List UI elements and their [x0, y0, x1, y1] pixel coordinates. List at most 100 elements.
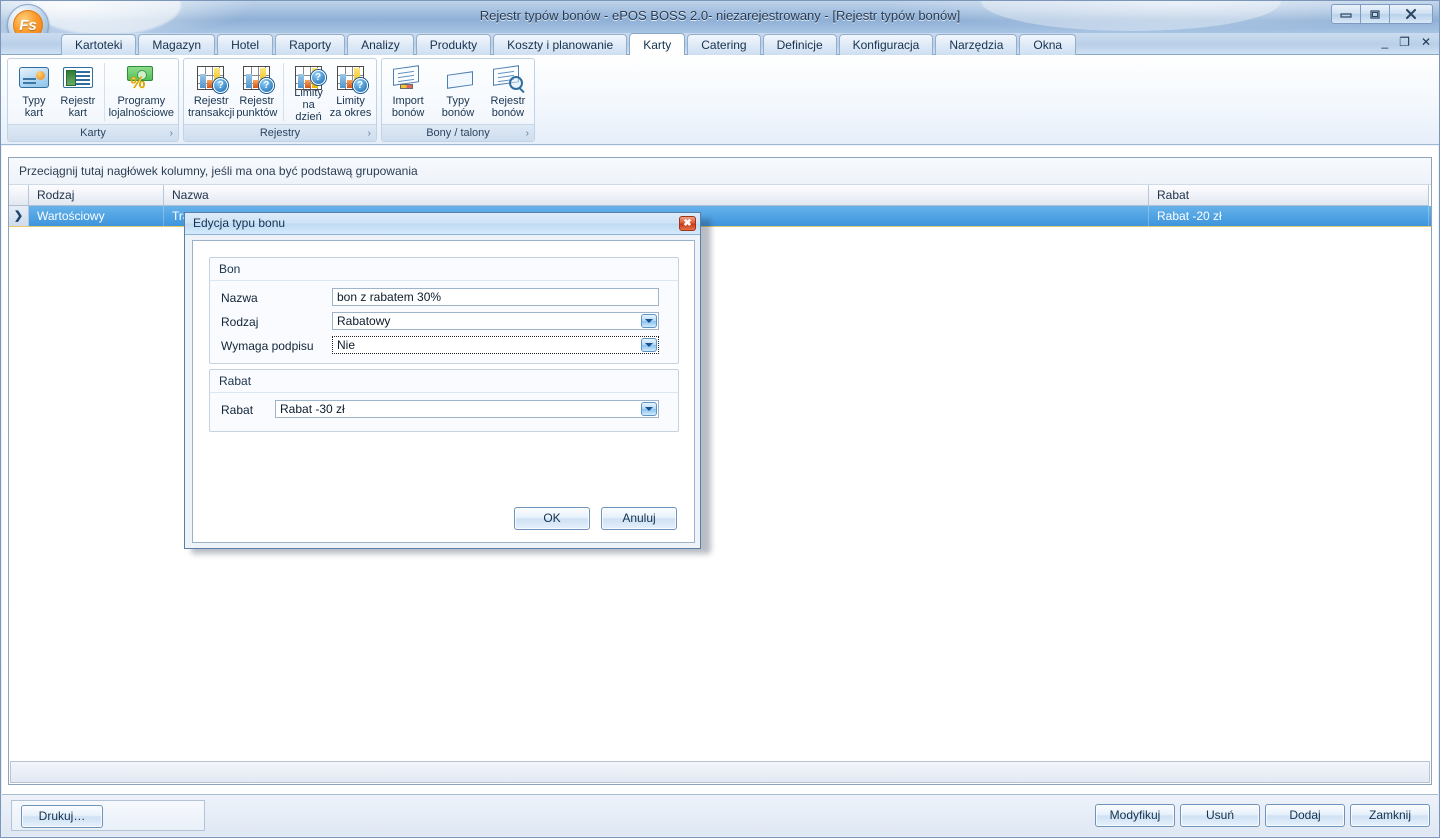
- tab-narzedzia[interactable]: Narzędzia: [935, 34, 1018, 55]
- tab-produkty[interactable]: Produkty: [415, 34, 492, 55]
- ribbon-button-rejestr-transakcji[interactable]: ? Rejestr transakcji: [188, 61, 234, 123]
- groupbox-separator: [210, 280, 678, 281]
- label-rabat: Rabat: [221, 403, 254, 417]
- wymaga-podpisu-combobox[interactable]: Nie: [332, 336, 659, 354]
- rabat-combobox[interactable]: Rabat -30 zł: [275, 400, 659, 418]
- ribbon-toolbar: Typy kart Rejestr kart % Programy lojaln…: [1, 55, 1439, 145]
- ribbon-button-programy-lojalnosciowe[interactable]: % Programy lojalnościowe: [109, 61, 174, 123]
- bottom-action-bar: Drukuj… Modyfikuj Usuń Dodaj Zamknij: [2, 794, 1438, 836]
- tab-karty[interactable]: Karty: [629, 33, 686, 55]
- tab-magazyn[interactable]: Magazyn: [138, 34, 216, 55]
- chevron-down-icon[interactable]: [641, 314, 657, 328]
- ribbon-button-typy-bonow[interactable]: Typy bonów: [430, 61, 486, 123]
- chart-question-icon: ?: [292, 63, 326, 90]
- groupbox-bon: Bon Nazwa bon z rabatem 30% Rodzaj Rabat…: [209, 257, 679, 364]
- mdi-window-controls: _ ❐ ✕: [1381, 36, 1431, 48]
- cell-rodzaj: Wartościowy: [29, 206, 164, 226]
- ribbon-divider: [283, 63, 285, 121]
- ribbon-button-label: Import bonów: [391, 95, 425, 119]
- dialog-body: Bon Nazwa bon z rabatem 30% Rodzaj Rabat…: [192, 240, 695, 543]
- label-wymaga-podpisu: Wymaga podpisu: [221, 339, 314, 353]
- mdi-close-button[interactable]: ✕: [1421, 36, 1431, 48]
- ribbon-button-label: Typy bonów: [441, 95, 475, 119]
- delete-button[interactable]: Usuń: [1180, 804, 1260, 827]
- cancel-button[interactable]: Anuluj: [601, 507, 677, 530]
- tab-raporty[interactable]: Raporty: [275, 34, 346, 55]
- tab-koszty-i-planowanie[interactable]: Koszty i planowanie: [493, 34, 628, 55]
- ribbon-group-caption-bony-talony: Bony / talony ›: [382, 124, 534, 141]
- nazwa-input[interactable]: bon z rabatem 30%: [332, 288, 659, 306]
- ribbon-button-rejestr-kart[interactable]: Rejestr kart: [56, 61, 100, 123]
- dialog-close-icon[interactable]: ✖: [679, 216, 696, 231]
- chart-question-icon: ?: [240, 63, 274, 93]
- group-by-drop-area[interactable]: Przeciągnij tutaj nagłówek kolumny, jeśl…: [9, 158, 1431, 185]
- ribbon-group-expander-icon[interactable]: ›: [368, 125, 371, 142]
- ribbon-button-limity-za-okres[interactable]: ? Limity za okres: [329, 61, 372, 123]
- print-panel: Drukuj…: [11, 800, 205, 831]
- grid-header-rodzaj[interactable]: Rodzaj: [29, 185, 164, 206]
- mdi-minimize-button[interactable]: _: [1381, 36, 1388, 48]
- grid-header-nazwa[interactable]: Nazwa: [164, 185, 1149, 206]
- cell-rabat: Rabat -20 zł: [1149, 206, 1429, 226]
- modify-button[interactable]: Modyfikuj: [1095, 804, 1175, 827]
- ribbon-button-typy-kart[interactable]: Typy kart: [12, 61, 56, 123]
- chart-question-icon: ?: [194, 63, 229, 93]
- chart-question-icon: ?: [334, 63, 368, 93]
- chevron-down-icon[interactable]: [641, 338, 657, 352]
- grid-header-indicator: [9, 185, 29, 206]
- ribbon-button-limity-na-dzien[interactable]: ? Limity na dzień: [288, 61, 329, 123]
- ribbon-group-karty: Typy kart Rejestr kart % Programy lojaln…: [7, 58, 179, 142]
- row-indicator-icon: ❯: [9, 206, 29, 226]
- dialog-title-bar[interactable]: Edycja typu bonu ✖: [185, 213, 700, 235]
- ribbon-button-label: Limity na dzień: [294, 87, 323, 123]
- print-button[interactable]: Drukuj…: [21, 805, 103, 828]
- title-bar: Rejestr typów bonów - ePOS BOSS 2.0- nie…: [1, 1, 1439, 33]
- add-button[interactable]: Dodaj: [1265, 804, 1345, 827]
- application-window: Rejestr typów bonów - ePOS BOSS 2.0- nie…: [0, 0, 1440, 838]
- ribbon-button-rejestr-punktow[interactable]: ? Rejestr punktów: [234, 61, 279, 123]
- tab-catering[interactable]: Catering: [687, 34, 761, 55]
- ribbon-button-import-bonow[interactable]: Import bonów: [386, 61, 430, 123]
- tab-hotel[interactable]: Hotel: [217, 34, 274, 55]
- ribbon-button-label: Limity za okres: [329, 95, 372, 119]
- id-card-icon: [61, 63, 95, 93]
- ribbon-button-label: Rejestr transakcji: [188, 95, 235, 119]
- edit-voucher-type-dialog: Edycja typu bonu ✖ Bon Nazwa bon z rabat…: [184, 212, 701, 549]
- ribbon-button-label: Rejestr punktów: [236, 95, 278, 119]
- mdi-restore-button[interactable]: ❐: [1399, 36, 1410, 48]
- ribbon-group-bony-talony: Import bonów Typy bonów Rejestr bonów Bo…: [381, 58, 535, 142]
- voucher-types-icon: [441, 63, 475, 93]
- ribbon-group-caption-text: Rejestry: [259, 127, 301, 139]
- menu-tabs: Kartoteki Magazyn Hotel Raporty Analizy …: [61, 33, 1078, 55]
- loyalty-money-percent-icon: %: [124, 63, 158, 93]
- ribbon-group-expander-icon[interactable]: ›: [526, 125, 529, 142]
- label-nazwa: Nazwa: [221, 291, 258, 305]
- ribbon-group-expander-icon[interactable]: ›: [170, 125, 173, 142]
- tab-okna[interactable]: Okna: [1019, 34, 1077, 55]
- close-button[interactable]: Zamknij: [1350, 804, 1430, 827]
- wymaga-podpisu-combobox-value: Nie: [337, 338, 356, 352]
- tab-definicje[interactable]: Definicje: [762, 34, 837, 55]
- groupbox-separator: [210, 392, 678, 393]
- tab-analizy[interactable]: Analizy: [347, 34, 414, 55]
- dialog-buttons: OK Anuluj: [514, 507, 677, 530]
- ribbon-button-label: Rejestr kart: [60, 95, 96, 119]
- voucher-search-icon: [491, 63, 525, 93]
- grid-column-header-row: Rodzaj Nazwa Rabat: [9, 185, 1431, 206]
- rodzaj-combobox-value: Rabatowy: [337, 314, 391, 328]
- ok-button[interactable]: OK: [514, 507, 590, 530]
- tab-konfiguracja[interactable]: Konfiguracja: [838, 34, 934, 55]
- groupbox-bon-title: Bon: [219, 262, 241, 276]
- window-title: Rejestr typów bonów - ePOS BOSS 2.0- nie…: [479, 8, 961, 23]
- close-button[interactable]: [1389, 4, 1433, 24]
- tab-kartoteki[interactable]: Kartoteki: [61, 34, 137, 55]
- ribbon-button-label: Typy kart: [22, 95, 46, 119]
- rodzaj-combobox[interactable]: Rabatowy: [332, 312, 659, 330]
- minimize-button[interactable]: [1331, 4, 1361, 24]
- chevron-down-icon[interactable]: [641, 402, 657, 416]
- ribbon-button-label: Rejestr bonów: [490, 95, 526, 119]
- restore-button[interactable]: [1360, 4, 1390, 24]
- grid-header-rabat[interactable]: Rabat: [1149, 185, 1429, 206]
- ribbon-button-rejestr-bonow[interactable]: Rejestr bonów: [486, 61, 530, 123]
- rabat-combobox-value: Rabat -30 zł: [280, 402, 345, 416]
